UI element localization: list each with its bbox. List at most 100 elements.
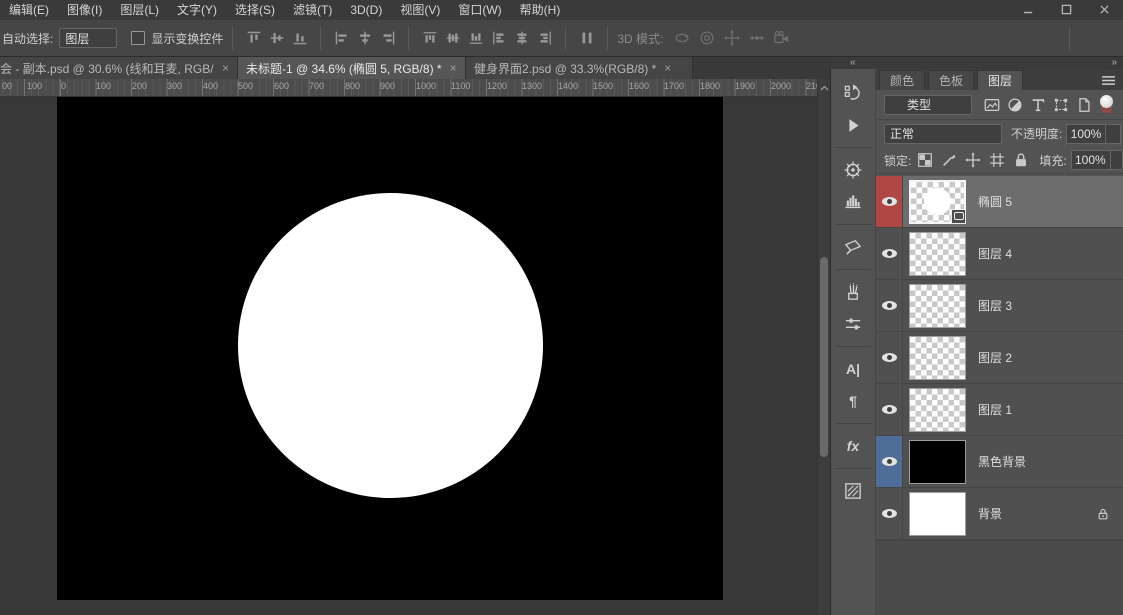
layer-thumbnail[interactable] [909,335,966,380]
maximize-icon[interactable] [1047,0,1085,19]
actions-panel-icon[interactable] [831,110,875,140]
menu-item[interactable]: 图像(I) [58,0,111,20]
fill-value-box[interactable]: 100% [1070,150,1111,170]
horizontal-ruler[interactable]: 00 100 0 100 200 300 400 500 600 700 800 900 1000 110… [0,79,826,97]
layer-thumbnail[interactable] [909,439,966,484]
layer-row[interactable]: 图层 2 [876,332,1123,384]
align-right-edges-icon[interactable] [376,26,399,50]
layer-thumbnail[interactable] [909,387,966,432]
3d-slide-icon[interactable] [744,26,769,50]
layer-row[interactable]: 背景 [876,488,1123,540]
menu-item[interactable]: 帮助(H) [511,0,570,20]
menu-item[interactable]: 文字(Y) [168,0,226,20]
lock-transparent-pixels-icon[interactable] [915,150,935,170]
lock-all-icon[interactable] [1011,150,1031,170]
distribute-horizontal-centers-icon[interactable] [510,26,533,50]
history-panel-icon[interactable] [831,78,875,108]
layer-thumbnail[interactable] [909,179,966,224]
layer-thumbnail[interactable] [909,491,966,536]
layer-name[interactable]: 图层 4 [978,245,1012,262]
character-panel-icon[interactable]: A| [831,354,875,384]
panel-menu-icon[interactable] [1099,73,1117,87]
layer-thumbnail[interactable] [909,231,966,276]
layer-lock-icon[interactable] [1096,507,1110,521]
brush-presets-panel-icon[interactable] [831,277,875,307]
paragraph-panel-icon[interactable]: ¶ [831,386,875,416]
layer-name[interactable]: 图层 1 [978,401,1012,418]
filter-smart-objects-icon[interactable] [1073,94,1095,116]
distribute-vertical-centers-icon[interactable] [441,26,464,50]
workspace-icon[interactable] [1079,26,1103,52]
document-canvas[interactable] [57,97,723,600]
scroll-up-arrow-icon[interactable] [818,81,830,95]
minimize-icon[interactable] [1009,0,1047,19]
document-tab[interactable]: 会 - 副本.psd @ 30.6% (线和耳麦, RGB/8) × [0,57,238,79]
layer-name[interactable]: 图层 2 [978,349,1012,366]
3d-roll-icon[interactable] [694,26,719,50]
layer-styles-panel-icon[interactable]: fx [831,431,875,461]
filter-adjustment-layers-icon[interactable] [1004,94,1026,116]
layer-visibility-cell[interactable] [876,176,903,227]
3d-orbit-icon[interactable] [669,26,694,50]
vertical-scrollbar[interactable] [817,79,830,615]
layer-name[interactable]: 椭圆 5 [978,193,1012,210]
layer-row[interactable]: 图层 1 [876,384,1123,436]
filter-type-dropdown[interactable]: 类型 [884,94,972,115]
filter-shape-layers-icon[interactable] [1050,94,1072,116]
blend-mode-dropdown[interactable]: 正常 [884,123,1002,144]
brush-settings-panel-icon[interactable] [831,309,875,339]
close-icon[interactable] [1085,0,1123,19]
panel-tab-inactive[interactable]: 色板 [928,70,975,90]
layer-row[interactable]: 图层 4 [876,228,1123,280]
lock-image-pixels-icon[interactable] [939,150,959,170]
menu-item[interactable]: 图层(L) [111,0,168,20]
align-bottom-edges-icon[interactable] [288,26,311,50]
lock-position-icon[interactable] [963,150,983,170]
layer-name[interactable]: 背景 [978,505,1002,522]
opacity-value-box[interactable]: 100% [1066,123,1107,144]
align-vertical-centers-icon[interactable] [265,26,288,50]
distribute-left-edges-icon[interactable] [487,26,510,50]
layer-row[interactable]: 椭圆 5 [876,176,1123,228]
layer-visibility-cell[interactable] [876,384,903,435]
menu-item[interactable]: 滤镜(T) [284,0,341,20]
scrollbar-thumb[interactable] [820,257,828,457]
fill-chevron-icon[interactable] [1110,150,1123,170]
3d-pan-icon[interactable] [719,26,744,50]
opacity-chevron-icon[interactable] [1106,123,1122,144]
layer-row[interactable]: 黑色背景 [876,436,1123,488]
properties-panel-icon[interactable] [831,476,875,506]
align-left-edges-icon[interactable] [330,26,353,50]
filter-pixel-layers-icon[interactable] [981,94,1003,116]
layer-row[interactable]: 图层 3 [876,280,1123,332]
menu-item[interactable]: 视图(V) [391,0,449,20]
filter-type-layers-icon[interactable] [1027,94,1049,116]
panel-tab-inactive[interactable]: 颜色 [879,70,926,90]
align-horizontal-centers-icon[interactable] [353,26,376,50]
layer-visibility-cell[interactable] [876,332,903,383]
layer-filtering-switch[interactable] [1100,95,1113,114]
layer-visibility-cell[interactable] [876,280,903,331]
layer-visibility-cell[interactable] [876,488,903,539]
auto-select-dropdown[interactable]: 图层 [59,28,118,48]
canvas-viewport[interactable] [0,97,817,615]
chevron-down-icon[interactable] [1103,26,1119,52]
menu-item[interactable]: 选择(S) [226,0,284,20]
layer-visibility-cell[interactable] [876,228,903,279]
show-transform-checkbox[interactable] [131,31,146,45]
layer-name[interactable]: 图层 3 [978,297,1012,314]
menu-item[interactable]: 编辑(E) [0,0,58,20]
info-panel-icon[interactable] [831,232,875,262]
layer-visibility-cell[interactable] [876,436,903,487]
layer-name[interactable]: 黑色背景 [978,453,1026,470]
close-tab-icon[interactable]: × [664,61,671,75]
collapse-dock-left-arrow[interactable]: « [850,58,856,68]
white-ellipse-shape[interactable] [238,193,543,498]
close-tab-icon[interactable]: × [450,61,457,75]
document-tab[interactable]: 健身界面2.psd @ 33.3%(RGB/8) * × [466,57,693,79]
collapse-dock-right-arrow[interactable]: » [1111,58,1117,68]
distribute-bottom-edges-icon[interactable] [464,26,487,50]
menu-item[interactable]: 3D(D) [341,0,391,20]
align-top-edges-icon[interactable] [242,26,265,50]
close-tab-icon[interactable]: × [222,61,229,75]
